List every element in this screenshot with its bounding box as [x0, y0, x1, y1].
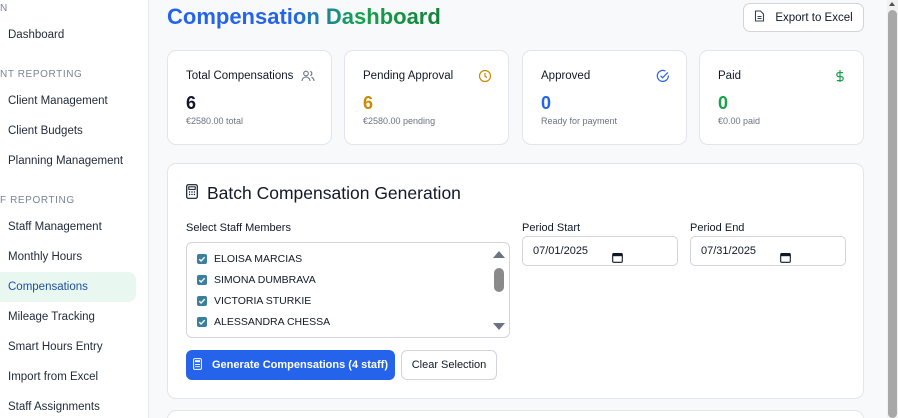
sidebar-item-staff-assignments[interactable]: Staff Assignments	[0, 392, 136, 418]
staff-option[interactable]: ELOISA MARCIAS	[197, 251, 302, 267]
stat-value: 6	[186, 93, 197, 113]
main-content: Compensation Dashboard Export to Excel T…	[149, 0, 887, 418]
staff-option[interactable]: SIMONA DUMBRAVA	[197, 272, 316, 288]
stat-label: Paid	[718, 70, 742, 82]
dollar-icon	[833, 69, 847, 83]
stat-label: Pending Approval	[363, 70, 454, 82]
sidebar-item-dashboard[interactable]: Dashboard	[0, 20, 136, 50]
staff-label: Select Staff Members	[186, 222, 291, 234]
panel-title: Batch Compensation Generation	[186, 183, 461, 204]
stat-value: 6	[363, 93, 374, 113]
staff-name: ELOISA MARCIAS	[214, 253, 303, 265]
next-panel	[167, 410, 864, 418]
staff-name: VICTORIA STURKIE	[214, 295, 312, 307]
file-icon	[754, 10, 765, 25]
period-start-input[interactable]: 07/01/2025	[522, 236, 678, 266]
period-end-input[interactable]: 07/31/2025	[690, 236, 846, 266]
checkbox-checked-icon[interactable]	[197, 317, 207, 327]
sidebar-item-import-from-excel[interactable]: Import from Excel	[0, 362, 136, 392]
sidebar: N Dashboard NT REPORTING Client Manageme…	[0, 0, 149, 418]
stat-label: Approved	[541, 70, 591, 82]
users-icon	[301, 69, 315, 83]
sidebar-item-monthly-hours[interactable]: Monthly Hours	[0, 242, 136, 272]
sidebar-item-smart-hours-entry[interactable]: Smart Hours Entry	[0, 332, 136, 362]
stat-value: 0	[718, 93, 729, 113]
period-end-label: Period End	[690, 222, 745, 234]
calendar-icon[interactable]	[780, 246, 791, 274]
period-start-value: 07/01/2025	[533, 245, 589, 257]
sidebar-section-main: N	[0, 3, 8, 14]
stat-sub: €2580.00 total	[186, 116, 244, 126]
staff-select-list[interactable]: ELOISA MARCIAS SIMONA DUMBRAVA VICTORIA …	[186, 242, 510, 338]
stat-sub: Ready for payment	[541, 116, 618, 126]
sidebar-item-staff-management[interactable]: Staff Management	[0, 212, 136, 242]
sidebar-item-planning-management[interactable]: Planning Management	[0, 146, 136, 176]
stat-card-pending: Pending Approval 6 €2580.00 pending	[344, 50, 509, 145]
export-label: Export to Excel	[775, 11, 853, 24]
page-scrollbar[interactable]	[887, 0, 898, 418]
stat-label: Total Compensations	[186, 70, 294, 82]
stat-value: 0	[541, 93, 552, 113]
list-scrollbar[interactable]	[491, 245, 507, 335]
checkbox-checked-icon[interactable]	[197, 275, 207, 285]
checkbox-checked-icon[interactable]	[197, 254, 207, 264]
panel-title-text: Batch Compensation Generation	[207, 183, 461, 203]
sidebar-item-compensations[interactable]: Compensations	[0, 272, 136, 302]
stat-card-total: Total Compensations 6 €2580.00 total	[167, 50, 332, 145]
stat-sub: €2580.00 pending	[363, 116, 436, 126]
period-end-value: 07/31/2025	[701, 245, 757, 257]
stat-card-approved: Approved 0 Ready for payment	[522, 50, 687, 145]
stat-sub: €0.00 paid	[718, 116, 761, 126]
staff-option[interactable]: VICTORIA STURKIE	[197, 293, 311, 309]
sidebar-section-staff-reporting: F REPORTING	[0, 195, 75, 206]
period-start-label: Period Start	[522, 222, 581, 234]
scroll-up-arrow-icon[interactable]	[889, 2, 895, 6]
staff-name: SIMONA DUMBRAVA	[214, 274, 316, 286]
page-title: Compensation Dashboard	[167, 4, 441, 29]
stat-card-paid: Paid 0 €0.00 paid	[699, 50, 864, 145]
staff-option[interactable]: ALESSANDRA CHESSA	[197, 314, 330, 330]
scrollbar-thumb[interactable]	[888, 10, 897, 418]
staff-name: ALESSANDRA CHESSA	[214, 316, 331, 328]
sidebar-item-client-budgets[interactable]: Client Budgets	[0, 116, 136, 146]
check-circle-icon	[656, 69, 670, 83]
checkbox-checked-icon[interactable]	[197, 296, 207, 306]
calculator-icon	[186, 183, 198, 204]
calendar-icon[interactable]	[612, 246, 623, 274]
generate-compensations-button[interactable]: Generate Compensations (4 staff)	[186, 350, 395, 380]
generate-label: Generate Compensations (4 staff)	[211, 359, 389, 371]
calculator-icon	[193, 357, 202, 373]
export-button[interactable]: Export to Excel	[743, 3, 864, 32]
sidebar-item-client-management[interactable]: Client Management	[0, 86, 136, 116]
clock-icon	[478, 69, 492, 83]
sidebar-section-client-reporting: NT REPORTING	[0, 69, 83, 80]
sidebar-item-mileage-tracking[interactable]: Mileage Tracking	[0, 302, 136, 332]
clear-selection-button[interactable]: Clear Selection	[401, 350, 497, 380]
batch-generation-panel: Batch Compensation Generation Select Sta…	[167, 163, 864, 399]
